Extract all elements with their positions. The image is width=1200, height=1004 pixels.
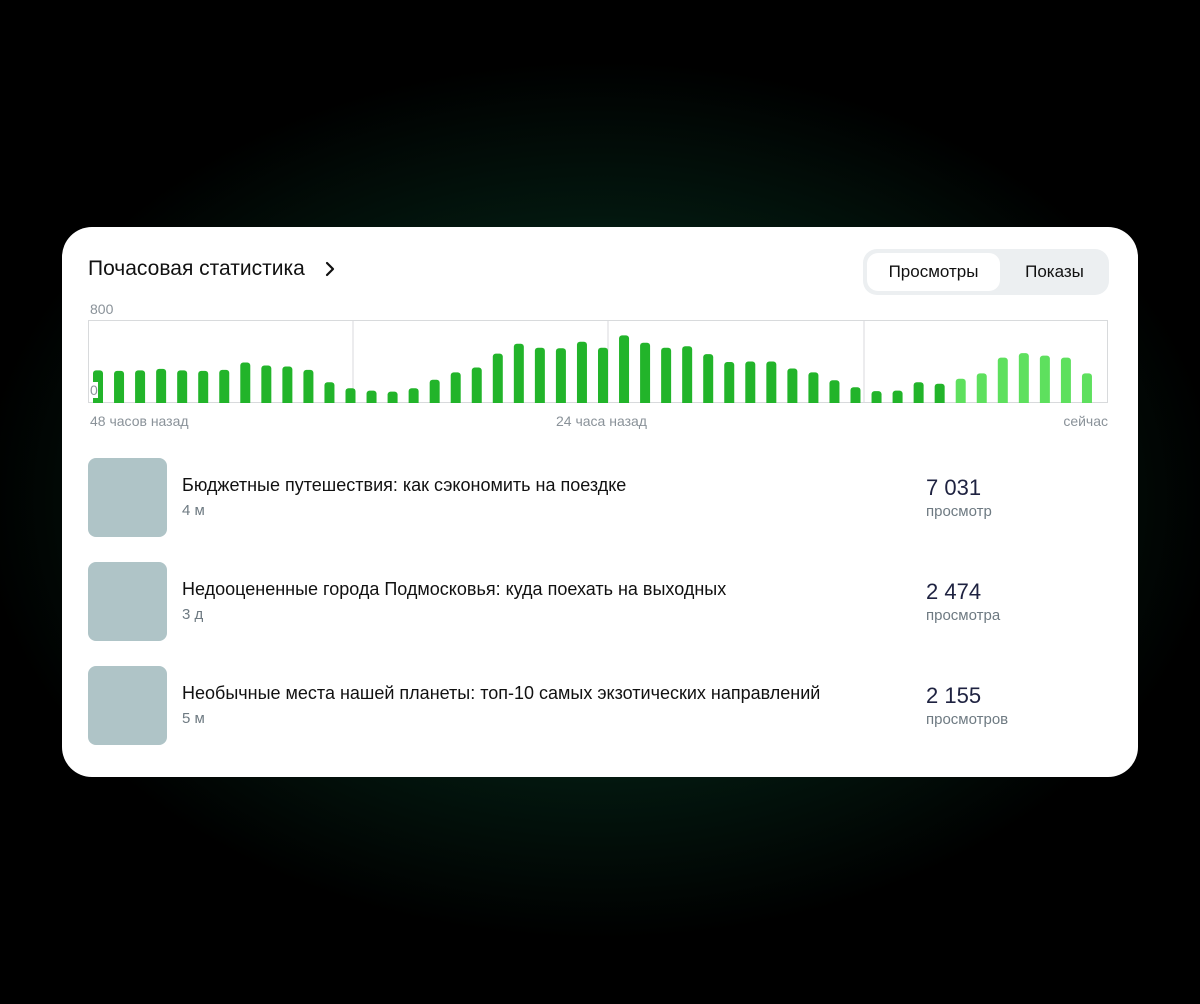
article-thumbnail[interactable]: [88, 458, 167, 537]
bar-25: [619, 335, 630, 403]
bar-24: [598, 347, 608, 403]
bar-9: [282, 366, 293, 403]
bar-44: [1018, 353, 1029, 403]
bar-14: [387, 391, 398, 403]
article-views: 2 155: [926, 683, 982, 708]
bar-15: [408, 388, 419, 403]
article-title[interactable]: Недооцененные города Подмосковья: куда п…: [182, 579, 726, 600]
bar-42: [976, 373, 987, 403]
list-item[interactable]: Бюджетные путешествия: как сэкономить на…: [88, 458, 1108, 538]
bar-31: [745, 361, 756, 403]
x-label-48h: 48 часов назад: [90, 413, 189, 429]
stats-title-link[interactable]: Почасовая статистика: [88, 257, 341, 281]
bar-4: [177, 370, 188, 403]
stats-title: Почасовая статистика: [88, 257, 305, 280]
bar-34: [808, 372, 819, 403]
bar-43: [997, 357, 1008, 403]
bar-46: [1060, 357, 1071, 403]
article-thumbnail[interactable]: [88, 562, 167, 641]
bar-33: [787, 368, 798, 403]
x-label-now: сейчас: [1063, 413, 1108, 429]
y-tick-min: 0: [90, 382, 98, 398]
bar-26: [640, 342, 651, 403]
list-item[interactable]: Необычные места нашей планеты: топ-10 са…: [88, 666, 1108, 746]
article-thumbnail[interactable]: [88, 666, 167, 745]
bar-18: [471, 367, 482, 403]
bar-17: [450, 372, 461, 403]
bar-10: [303, 369, 314, 403]
bar-2: [135, 370, 146, 403]
bar-3: [156, 368, 167, 403]
bar-40: [934, 383, 945, 403]
bar-1: [114, 370, 125, 403]
article-age: 5 м: [182, 710, 205, 727]
hourly-chart: 800 0 48 часов назад 24 часа назад сейча…: [88, 299, 1108, 439]
bar-13: [366, 390, 377, 403]
tab-views[interactable]: Просмотры: [867, 253, 1000, 291]
bar-35: [829, 380, 840, 403]
bar-5: [198, 370, 209, 403]
bar-19: [492, 353, 503, 403]
bar-30: [724, 362, 735, 403]
bar-38: [892, 390, 903, 403]
list-item[interactable]: Недооцененные города Подмосковья: куда п…: [88, 562, 1108, 642]
article-age: 4 м: [182, 502, 205, 519]
bar-6: [219, 369, 230, 403]
bar-32: [766, 361, 777, 403]
bar-7: [240, 362, 251, 403]
article-views-unit: просмотров: [926, 711, 1009, 728]
y-tick-max: 800: [90, 301, 114, 317]
article-title[interactable]: Бюджетные путешествия: как сэкономить на…: [182, 475, 626, 496]
hourly-stats-card: Почасовая статистика Просмотры Показы 80…: [62, 227, 1138, 777]
article-age: 3 д: [182, 606, 204, 623]
tab-impressions[interactable]: Показы: [1004, 253, 1105, 291]
bar-8: [261, 365, 272, 403]
bar-47: [1081, 373, 1092, 403]
bar-20: [513, 343, 524, 403]
bar-21: [534, 347, 545, 403]
bar-41: [955, 378, 966, 403]
article-views-unit: просмотра: [926, 607, 1001, 624]
bar-45: [1039, 355, 1050, 403]
bar-29: [703, 354, 714, 403]
article-views: 7 031: [926, 475, 982, 500]
bar-37: [871, 391, 882, 403]
bar-22: [555, 348, 566, 403]
chevron-right-icon: [325, 261, 334, 277]
x-label-24h: 24 часа назад: [556, 413, 647, 429]
bar-11: [324, 382, 335, 403]
bar-27: [661, 347, 672, 403]
article-title[interactable]: Необычные места нашей планеты: топ-10 са…: [182, 683, 820, 704]
bar-chart: [88, 320, 1108, 403]
metric-switcher: Просмотры Показы: [863, 249, 1109, 295]
bar-23: [576, 341, 587, 403]
bar-36: [850, 387, 861, 403]
bar-12: [345, 388, 356, 403]
article-views: 2 474: [926, 579, 982, 604]
bar-39: [913, 382, 924, 403]
article-views-unit: просмотр: [926, 503, 992, 520]
bar-28: [682, 346, 693, 403]
bar-16: [429, 379, 440, 403]
